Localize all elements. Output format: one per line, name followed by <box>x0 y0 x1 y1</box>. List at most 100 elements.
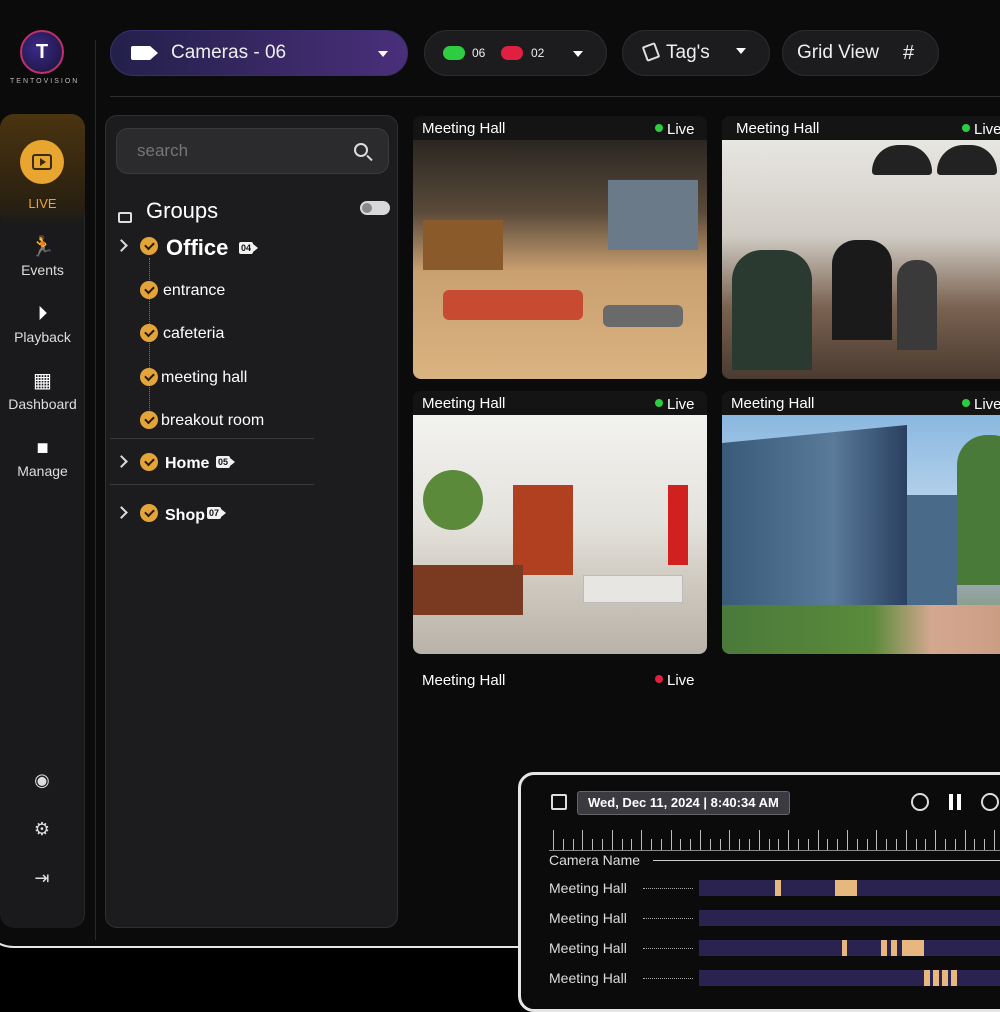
ruler-tick <box>876 830 878 850</box>
row-leader <box>643 948 693 949</box>
logo-mark-icon: T <box>20 30 64 74</box>
subgroup-entrance-label[interactable]: entrance <box>163 282 225 300</box>
timeline-bar[interactable] <box>699 910 1000 926</box>
dashboard-grid-icon: ▦ <box>33 370 52 392</box>
playback-timeline: Wed, Dec 11, 2024 | 8:40:34 AM Camera Na… <box>518 772 1000 1012</box>
ruler-tick <box>856 839 858 850</box>
camera-tile[interactable]: Meeting Hall Live <box>722 391 1000 654</box>
nav-manage-label: Manage <box>17 463 68 479</box>
search-input[interactable] <box>116 128 389 174</box>
shop-check-icon[interactable] <box>140 504 158 522</box>
nav-dashboard-label: Dashboard <box>8 396 77 412</box>
timeline-row-label: Meeting Hall <box>549 970 627 986</box>
ruler-tick <box>896 839 897 850</box>
recording-segment[interactable] <box>933 970 939 986</box>
cameras-dropdown[interactable]: Cameras - 06 <box>110 30 408 76</box>
cafeteria-check-icon[interactable] <box>140 324 158 342</box>
ruler-tick <box>866 839 868 850</box>
subgroup-meeting-hall-label[interactable]: meeting hall <box>161 369 247 387</box>
ruler-tick <box>827 839 829 850</box>
entrance-check-icon[interactable] <box>140 281 158 299</box>
groups-toggle[interactable] <box>360 201 390 215</box>
cloud-online-icon <box>443 46 465 60</box>
ruler-tick <box>611 830 613 850</box>
camera-tile[interactable]: Meeting Hall Live <box>722 116 1000 379</box>
tags-dropdown[interactable]: Tag's <box>622 30 770 76</box>
grid-view-button[interactable]: Grid View # <box>782 30 939 76</box>
home-check-icon[interactable] <box>140 453 158 471</box>
timeline-bar[interactable] <box>699 940 1000 956</box>
nav-events[interactable]: 🏃 Events <box>0 236 85 278</box>
camera-tile-offline[interactable]: Meeting Hall Live <box>413 666 707 696</box>
meeting-hall-check-icon[interactable] <box>140 368 158 386</box>
pause-icon[interactable] <box>949 794 961 810</box>
recording-segment[interactable] <box>902 940 924 956</box>
camera-tile[interactable]: Meeting Hall Live <box>413 391 707 654</box>
time-ruler[interactable] <box>549 829 1000 851</box>
nav-manage[interactable]: ■ Manage <box>0 437 85 479</box>
recording-segment[interactable] <box>775 880 781 896</box>
breakout-room-check-icon[interactable] <box>140 411 158 429</box>
recording-segment[interactable] <box>924 970 930 986</box>
ruler-tick <box>651 839 652 850</box>
recording-segment[interactable] <box>835 880 857 896</box>
ruler-tick <box>680 839 682 850</box>
search-icon[interactable] <box>354 143 368 157</box>
nav-live[interactable]: LIVE <box>0 114 85 226</box>
brand-logo: T TENTOVISION <box>10 30 77 85</box>
ruler-tick <box>758 830 760 850</box>
timeline-bar[interactable] <box>699 970 1000 986</box>
ruler-tick <box>562 839 564 850</box>
groups-title: Groups <box>146 198 219 223</box>
ruler-tick <box>631 839 633 850</box>
group-home-label[interactable]: Home <box>165 455 209 473</box>
live-status: Live <box>655 672 695 689</box>
timeline-bar[interactable] <box>699 880 1000 896</box>
nav-dashboard[interactable]: ▦ Dashboard <box>0 370 85 412</box>
user-icon[interactable]: ◉ <box>30 770 54 794</box>
group-shop-label[interactable]: Shop <box>165 507 205 525</box>
recording-segment[interactable] <box>881 940 887 956</box>
ruler-tick <box>807 839 809 850</box>
camera-feed-building-exterior <box>722 415 1000 654</box>
settings-sync-icon[interactable]: ⚙ <box>30 819 54 843</box>
ruler-tick <box>739 839 741 850</box>
recording-segment[interactable] <box>891 940 897 956</box>
calendar-icon[interactable] <box>551 794 567 810</box>
live-dot-icon <box>655 124 663 132</box>
timeline-row-label: Meeting Hall <box>549 940 627 956</box>
live-play-icon[interactable] <box>20 140 64 184</box>
logout-icon[interactable]: ⇥ <box>30 868 54 892</box>
rewind-10-icon[interactable] <box>911 793 929 811</box>
status-dropdown[interactable]: 06 02 <box>424 30 607 76</box>
subgroup-breakout-room-label[interactable]: breakout room <box>161 412 264 430</box>
ruler-tick <box>749 839 750 850</box>
app-root: T TENTOVISION LIVE 🏃 Events ⏵ Playback ▦… <box>0 0 1000 1012</box>
forward-10-icon[interactable] <box>981 793 999 811</box>
camera-tile[interactable]: Meeting Hall Live <box>413 116 707 379</box>
ruler-tick <box>925 839 927 850</box>
ruler-tick <box>994 830 995 850</box>
online-count: 06 <box>472 46 486 60</box>
live-status-label: Live <box>667 121 695 138</box>
group-office-label[interactable]: Office <box>166 235 228 261</box>
ruler-tick <box>660 839 662 850</box>
ruler-tick <box>602 839 603 850</box>
live-dot-icon <box>655 675 663 683</box>
recording-segment[interactable] <box>942 970 948 986</box>
datetime-display[interactable]: Wed, Dec 11, 2024 | 8:40:34 AM <box>577 791 790 815</box>
offline-count: 02 <box>531 46 545 60</box>
office-check-icon[interactable] <box>140 237 158 255</box>
recording-segment[interactable] <box>842 940 847 956</box>
chevron-down-icon <box>736 48 746 54</box>
nav-playback[interactable]: ⏵ Playback <box>0 303 85 345</box>
nav-live-label: LIVE <box>28 196 57 211</box>
recording-segment[interactable] <box>951 970 957 986</box>
camera-name: Meeting Hall <box>422 672 506 689</box>
groups-camera-icon <box>118 212 132 223</box>
ruler-tick <box>974 839 976 850</box>
live-dot-icon <box>655 399 663 407</box>
video-camera-icon-lens <box>150 46 158 60</box>
row-leader <box>643 978 693 979</box>
subgroup-cafeteria-label[interactable]: cafeteria <box>163 325 224 343</box>
